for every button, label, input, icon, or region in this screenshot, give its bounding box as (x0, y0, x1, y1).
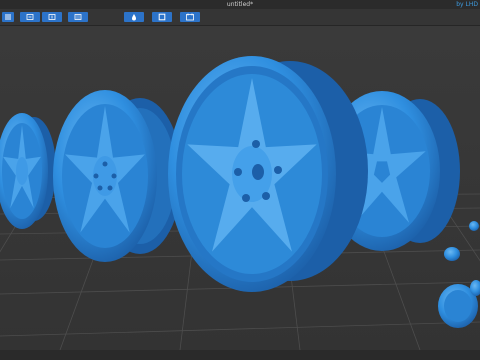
calendar-icon (186, 13, 194, 21)
paint-drop-icon (132, 14, 136, 21)
import-button[interactable] (20, 12, 40, 22)
frame-icon (158, 13, 166, 21)
status-bar (0, 350, 480, 360)
settings-icon (74, 14, 82, 20)
settings-button[interactable] (68, 12, 88, 22)
toolbar (0, 9, 480, 26)
calendar-button[interactable] (180, 12, 200, 22)
wheel-rim[interactable] (53, 90, 182, 262)
window-title: untitled* (226, 1, 254, 8)
paint-button[interactable] (124, 12, 144, 22)
export-icon (48, 14, 56, 20)
frame-button[interactable] (152, 12, 172, 22)
scene-canvas[interactable] (0, 26, 480, 351)
export-button[interactable] (42, 12, 62, 22)
menu-icon (5, 14, 11, 20)
menu-button[interactable] (2, 12, 14, 22)
wheel-rim[interactable] (168, 56, 368, 292)
import-icon (26, 14, 34, 20)
brand-label: by LHD (456, 1, 478, 8)
3d-viewport[interactable] (0, 26, 480, 351)
